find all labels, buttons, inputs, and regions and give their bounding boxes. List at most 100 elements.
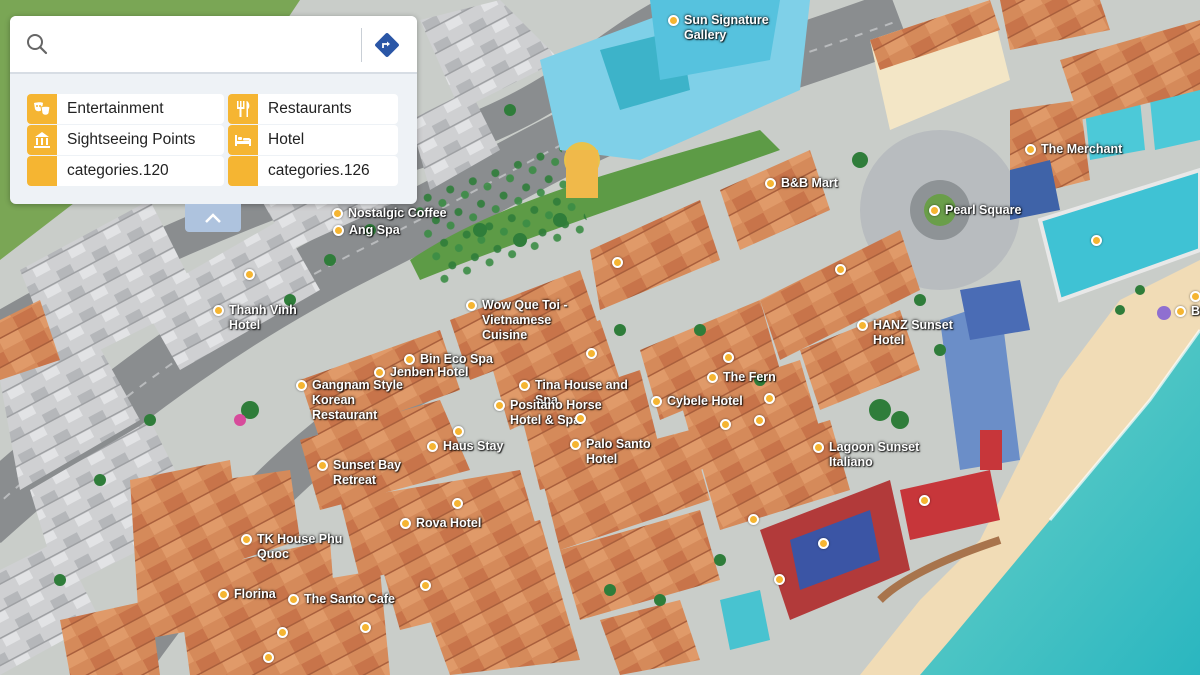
poi-marker[interactable]: Sunset Bay Retreat xyxy=(317,458,401,488)
category-label: categories.120 xyxy=(67,162,169,179)
poi-marker[interactable]: HANZ Sunset Hotel xyxy=(857,318,953,348)
category-label: Sightseeing Points xyxy=(67,131,196,148)
category-126[interactable]: categories.126 xyxy=(228,156,398,186)
landmark-icon xyxy=(27,125,57,155)
category-label: Entertainment xyxy=(67,100,164,117)
collapse-panel-button[interactable] xyxy=(185,204,241,232)
poi-dot-icon xyxy=(570,439,581,450)
poi-marker[interactable] xyxy=(754,413,765,426)
poi-marker[interactable] xyxy=(720,417,731,430)
poi-marker[interactable]: The Fern xyxy=(707,370,776,385)
poi-label: Rova Hotel xyxy=(416,516,482,530)
poi-dot-icon xyxy=(427,441,438,452)
poi-dot-icon xyxy=(420,580,431,591)
poi-dot-icon xyxy=(317,460,328,471)
bed-icon xyxy=(228,125,258,155)
poi-marker[interactable] xyxy=(748,512,759,525)
poi-marker[interactable]: Wow Que Toi - Vietnamese Cuisine xyxy=(466,298,568,343)
poi-dot-icon xyxy=(919,495,930,506)
poi-dot-icon xyxy=(764,393,775,404)
poi-label: Gangnam Style Korean Restaurant xyxy=(312,378,403,422)
poi-label: The Merchant xyxy=(1041,142,1123,156)
poi-marker[interactable]: The Santo Cafe xyxy=(288,592,395,607)
poi-marker[interactable] xyxy=(586,346,597,359)
poi-marker[interactable] xyxy=(764,391,775,404)
directions-button[interactable] xyxy=(374,32,400,63)
poi-marker[interactable]: TK House Phu Quoc xyxy=(241,532,342,562)
poi-marker[interactable] xyxy=(453,424,464,437)
poi-marker[interactable]: Gangnam Style Korean Restaurant xyxy=(296,378,403,423)
poi-dot-icon xyxy=(575,413,586,424)
category-120[interactable]: categories.120 xyxy=(27,156,224,186)
poi-dot-icon xyxy=(1025,144,1036,155)
poi-dot-icon xyxy=(333,225,344,236)
poi-dot-icon xyxy=(360,622,371,633)
poi-marker[interactable] xyxy=(818,536,829,549)
poi-label: Sun Signature Gallery xyxy=(684,13,769,42)
poi-dot-icon xyxy=(466,300,477,311)
category-label: Hotel xyxy=(268,131,305,148)
category-entertainment[interactable]: Entertainment xyxy=(27,94,224,124)
poi-marker[interactable]: Ang Spa xyxy=(333,223,400,238)
poi-marker[interactable]: Sun Signature Gallery xyxy=(668,13,769,43)
poi-marker[interactable]: Florina xyxy=(218,587,276,602)
poi-dot-icon xyxy=(857,320,868,331)
poi-label: Florina xyxy=(234,587,276,601)
poi-dot-icon xyxy=(277,627,288,638)
poi-marker[interactable]: Haus Stay xyxy=(427,439,503,454)
poi-marker[interactable]: B&B Mart xyxy=(765,176,838,191)
poi-marker[interactable] xyxy=(420,578,431,591)
category-sightseeing[interactable]: Sightseeing Points xyxy=(27,125,224,155)
poi-marker[interactable] xyxy=(919,493,930,506)
poi-marker[interactable] xyxy=(360,620,371,633)
poi-marker[interactable] xyxy=(244,267,255,280)
search-divider xyxy=(361,28,362,62)
poi-dot-icon xyxy=(765,178,776,189)
poi-marker[interactable]: The Merchant xyxy=(1025,142,1122,157)
poi-marker[interactable] xyxy=(263,650,274,663)
category-restaurants[interactable]: Restaurants xyxy=(228,94,398,124)
poi-dot-icon xyxy=(213,305,224,316)
poi-marker[interactable] xyxy=(835,262,846,275)
poi-dot-icon xyxy=(707,372,718,383)
masks-icon xyxy=(27,94,57,124)
search-input[interactable] xyxy=(58,28,358,62)
poi-marker[interactable]: Nostalgic Coffee xyxy=(332,206,447,221)
poi-dot-icon xyxy=(519,380,530,391)
poi-dot-icon xyxy=(651,396,662,407)
poi-marker[interactable] xyxy=(1091,233,1102,246)
poi-dot-icon xyxy=(288,594,299,605)
poi-label: Cybele Hotel xyxy=(667,394,743,408)
poi-dot-icon xyxy=(1091,235,1102,246)
search-bar xyxy=(10,16,417,74)
poi-dot-icon xyxy=(452,498,463,509)
poi-marker[interactable]: Bea xyxy=(1175,304,1200,319)
poi-label: The Santo Cafe xyxy=(304,592,395,606)
poi-label: Lagoon Sunset Italiano xyxy=(829,440,920,469)
poi-marker[interactable]: Pearl Square xyxy=(929,203,1021,218)
poi-marker[interactable] xyxy=(723,350,734,363)
poi-dot-icon xyxy=(748,514,759,525)
poi-marker[interactable] xyxy=(612,255,623,268)
poi-label: B&B Mart xyxy=(781,176,838,190)
poi-marker[interactable]: Lagoon Sunset Italiano xyxy=(813,440,919,470)
poi-dot-icon xyxy=(1175,306,1186,317)
poi-marker[interactable]: Rova Hotel xyxy=(400,516,481,531)
poi-marker[interactable] xyxy=(452,496,463,509)
poi-marker[interactable] xyxy=(575,411,586,424)
poi-dot-icon xyxy=(218,589,229,600)
poi-dot-icon xyxy=(723,352,734,363)
poi-marker[interactable]: Thanh Vinh Hotel xyxy=(213,303,297,333)
category-120-icon xyxy=(27,156,57,186)
poi-marker[interactable]: Palo Santo Hotel xyxy=(570,437,651,467)
poi-marker[interactable] xyxy=(774,572,785,585)
category-hotel[interactable]: Hotel xyxy=(228,125,398,155)
poi-marker[interactable] xyxy=(277,625,288,638)
poi-dot-icon xyxy=(720,419,731,430)
poi-marker[interactable]: Cybele Hotel xyxy=(651,394,743,409)
poi-label: Palo Santo Hotel xyxy=(586,437,651,466)
poi-label: Wow Que Toi - Vietnamese Cuisine xyxy=(482,298,568,342)
poi-dot-icon xyxy=(453,426,464,437)
poi-marker[interactable]: S xyxy=(1190,289,1200,304)
poi-label: TK House Phu Quoc xyxy=(257,532,343,561)
